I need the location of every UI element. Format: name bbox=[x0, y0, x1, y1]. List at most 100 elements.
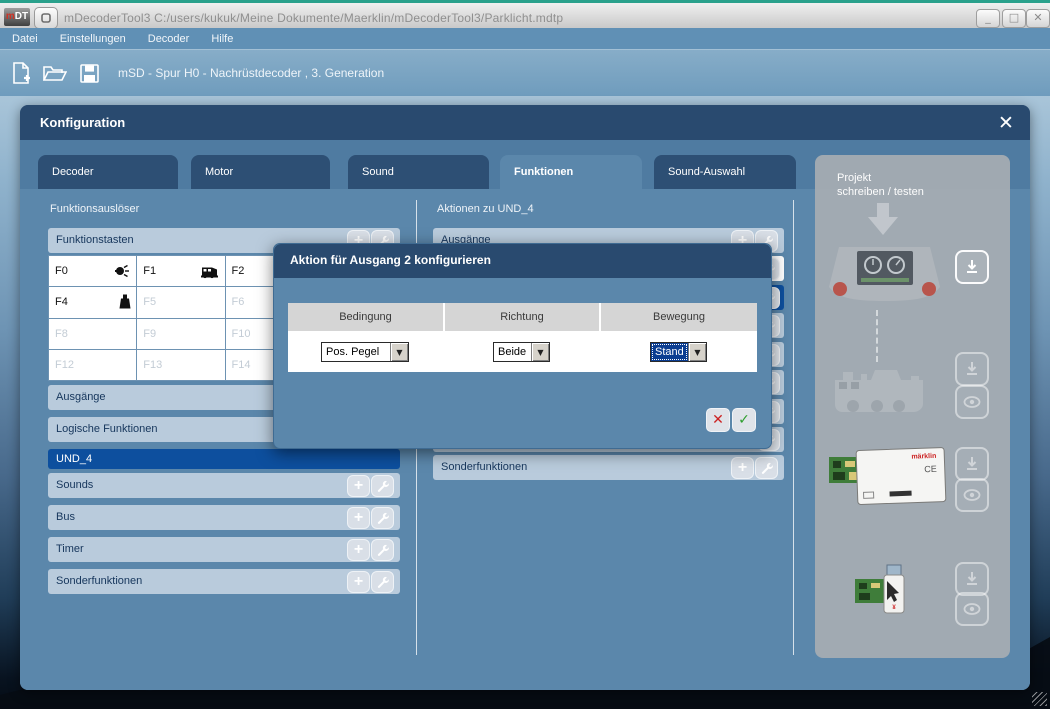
dropdown-value: Beide bbox=[494, 343, 531, 361]
save-icon bbox=[80, 64, 99, 83]
locomotive-icon bbox=[200, 264, 220, 279]
edit-button[interactable] bbox=[371, 571, 394, 593]
plus-icon: + bbox=[738, 459, 747, 477]
maximize-button[interactable]: □ bbox=[1002, 9, 1026, 28]
edit-button[interactable] bbox=[371, 539, 394, 561]
project-panel: Projekt schreiben / testen bbox=[815, 155, 1010, 658]
edit-button[interactable] bbox=[371, 475, 394, 497]
bar-bus[interactable]: Bus + bbox=[48, 505, 400, 530]
tab-label: Decoder bbox=[52, 166, 94, 178]
read-with-usb-button[interactable] bbox=[955, 592, 989, 626]
menu-item-einstellungen[interactable]: Einstellungen bbox=[60, 33, 126, 45]
menu-item-decoder[interactable]: Decoder bbox=[148, 33, 190, 45]
bedingung-dropdown[interactable]: Pos. Pegel ▼ bbox=[321, 342, 409, 362]
tab-decoder[interactable]: Decoder bbox=[38, 155, 178, 189]
write-to-central-station-button[interactable] bbox=[955, 250, 989, 284]
bar-label: Bus bbox=[56, 511, 75, 523]
add-button[interactable]: + bbox=[347, 571, 370, 593]
dialog-table-row: Pos. Pegel ▼ Beide ▼ Stand ▼ bbox=[288, 331, 757, 372]
bar-sonderfunktionen[interactable]: Sonderfunktionen + bbox=[48, 569, 400, 594]
bar-sounds[interactable]: Sounds + bbox=[48, 473, 400, 498]
open-file-button[interactable] bbox=[42, 61, 68, 85]
plus-icon: + bbox=[354, 573, 363, 591]
action-config-dialog: Aktion für Ausgang 2 konfigurieren Bedin… bbox=[273, 243, 772, 449]
edit-button[interactable] bbox=[755, 457, 778, 479]
add-button[interactable]: + bbox=[347, 475, 370, 497]
open-folder-icon bbox=[43, 64, 67, 82]
function-key-f1[interactable]: F1 bbox=[137, 256, 224, 286]
write-with-usb-button[interactable] bbox=[955, 562, 989, 596]
resize-grip[interactable] bbox=[1032, 692, 1047, 706]
save-button[interactable] bbox=[76, 61, 102, 85]
konfiguration-close-button[interactable]: ✕ bbox=[994, 111, 1018, 135]
minimize-icon: _ bbox=[985, 11, 991, 24]
column-divider bbox=[793, 200, 794, 655]
tab-funktionen[interactable]: Funktionen bbox=[500, 155, 642, 189]
central-station-image bbox=[827, 239, 942, 303]
download-icon bbox=[964, 456, 980, 472]
function-key-f4[interactable]: F4 bbox=[49, 287, 136, 317]
project-heading-line1: Projekt bbox=[837, 171, 924, 185]
dropdown-value-highlighted: Stand bbox=[651, 343, 688, 361]
column-header-bedingung: Bedingung bbox=[288, 303, 443, 331]
bar-label: Funktionstasten bbox=[56, 234, 134, 246]
project-panel-heading: Projekt schreiben / testen bbox=[837, 171, 924, 199]
bar-label: Timer bbox=[56, 543, 84, 555]
dialog-title: Aktion für Ausgang 2 konfigurieren bbox=[290, 253, 491, 267]
logo-dt: DT bbox=[15, 11, 28, 22]
menu-item-hilfe[interactable]: Hilfe bbox=[211, 33, 233, 45]
function-key-f9[interactable]: F9 bbox=[137, 319, 224, 349]
download-icon bbox=[964, 259, 980, 275]
richtung-dropdown[interactable]: Beide ▼ bbox=[493, 342, 550, 362]
write-with-programmer-button[interactable] bbox=[955, 447, 989, 481]
key-label: F2 bbox=[232, 265, 245, 277]
tab-sound-auswahl[interactable]: Sound-Auswahl bbox=[654, 155, 796, 189]
download-icon bbox=[964, 361, 980, 377]
dropdown-value: Pos. Pegel bbox=[322, 343, 390, 361]
konfiguration-header bbox=[20, 105, 1030, 140]
title-bar[interactable]: mDT mDecoderTool3 C:/users/kukuk/Meine D… bbox=[0, 3, 1050, 29]
key-label: F1 bbox=[143, 265, 156, 277]
tab-motor[interactable]: Motor bbox=[191, 155, 330, 189]
close-icon: ✕ bbox=[998, 112, 1014, 134]
menu-item-datei[interactable]: Datei bbox=[12, 33, 38, 45]
edit-button[interactable] bbox=[371, 507, 394, 529]
function-key-f0[interactable]: F0 bbox=[49, 256, 136, 286]
tab-label: Sound bbox=[362, 166, 394, 178]
headlight-icon bbox=[113, 263, 131, 279]
close-button[interactable]: ✕ bbox=[1026, 9, 1050, 28]
chevron-down-icon[interactable]: ▼ bbox=[390, 343, 408, 361]
system-menu-button[interactable] bbox=[34, 7, 58, 29]
add-button[interactable]: + bbox=[347, 539, 370, 561]
actions-sonderfunktionen-bar[interactable]: Sonderfunktionen + bbox=[433, 455, 784, 480]
wrench-icon bbox=[761, 462, 773, 474]
function-key-f5[interactable]: F5 bbox=[137, 287, 224, 317]
toolbar: mSD - Spur H0 - Nachrüstdecoder , 3. Gen… bbox=[0, 49, 1050, 96]
connection-line bbox=[876, 310, 878, 362]
project-heading-line2: schreiben / testen bbox=[837, 185, 924, 199]
read-with-programmer-button[interactable] bbox=[955, 478, 989, 512]
chevron-down-icon[interactable]: ▼ bbox=[688, 343, 706, 361]
programmer-image: märklin CE bbox=[827, 443, 949, 507]
column-header-richtung: Richtung bbox=[445, 303, 599, 331]
bar-label: Logische Funktionen bbox=[56, 423, 158, 435]
bewegung-dropdown[interactable]: Stand ▼ bbox=[650, 342, 707, 362]
application-window: mDT mDecoderTool3 C:/users/kukuk/Meine D… bbox=[0, 0, 1050, 709]
confirm-button[interactable]: ✓ bbox=[732, 408, 756, 432]
window-title: mDecoderTool3 C:/users/kukuk/Meine Dokum… bbox=[64, 11, 563, 25]
bar-timer[interactable]: Timer + bbox=[48, 537, 400, 562]
read-from-track-button[interactable] bbox=[955, 385, 989, 419]
function-key-f12[interactable]: F12 bbox=[49, 350, 136, 380]
dialog-table-header: Bedingung Richtung Bewegung bbox=[288, 303, 757, 331]
tab-sound[interactable]: Sound bbox=[348, 155, 489, 189]
new-file-button[interactable] bbox=[8, 61, 34, 85]
add-button[interactable]: + bbox=[347, 507, 370, 529]
write-to-track-button[interactable] bbox=[955, 352, 989, 386]
bar-und4-selected[interactable]: UND_4 bbox=[48, 449, 400, 469]
cancel-button[interactable]: ✕ bbox=[706, 408, 730, 432]
function-key-f13[interactable]: F13 bbox=[137, 350, 224, 380]
function-key-f8[interactable]: F8 bbox=[49, 319, 136, 349]
add-button[interactable]: + bbox=[731, 457, 754, 479]
minimize-button[interactable]: _ bbox=[976, 9, 1000, 28]
chevron-down-icon[interactable]: ▼ bbox=[531, 343, 549, 361]
